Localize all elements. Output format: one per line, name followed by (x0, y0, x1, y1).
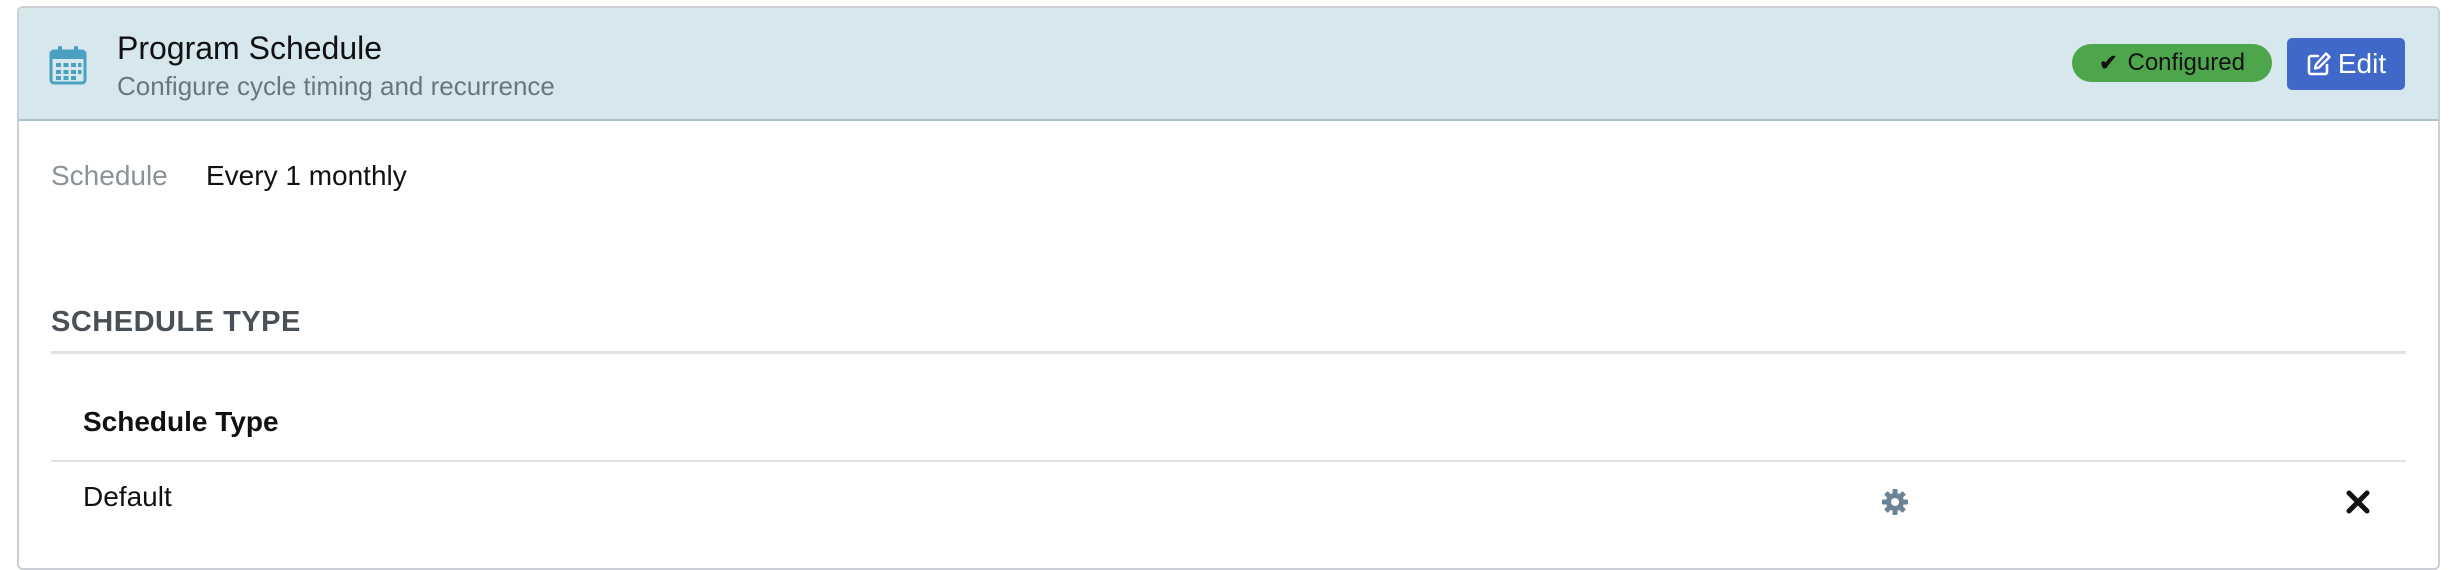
schedule-label: Schedule (51, 160, 168, 191)
edit-button[interactable]: Edit (2287, 38, 2405, 90)
status-badge: ✔ Configured (2072, 44, 2272, 82)
close-icon[interactable] (2345, 489, 2371, 515)
edit-icon (2307, 52, 2331, 76)
schedule-value: Every 1 monthly (206, 160, 407, 191)
edit-button-label: Edit (2337, 48, 2387, 79)
panel-header: Program Schedule Configure cycle timing … (19, 8, 2438, 121)
column-header-schedule-type: Schedule Type (83, 406, 279, 437)
section-divider (51, 351, 2406, 354)
check-icon: ✔ (2099, 50, 2118, 75)
table-header-divider (51, 460, 2406, 462)
status-badge-label: Configured (2127, 49, 2245, 76)
calendar-icon (49, 46, 87, 85)
schedule-type-name: Default (83, 481, 172, 512)
page-subtitle: Configure cycle timing and recurrence (117, 71, 555, 101)
page-title: Program Schedule (117, 30, 383, 66)
program-schedule-panel: Program Schedule Configure cycle timing … (17, 6, 2440, 570)
section-heading: SCHEDULE TYPE (51, 306, 301, 338)
gear-icon[interactable] (1881, 488, 1909, 516)
